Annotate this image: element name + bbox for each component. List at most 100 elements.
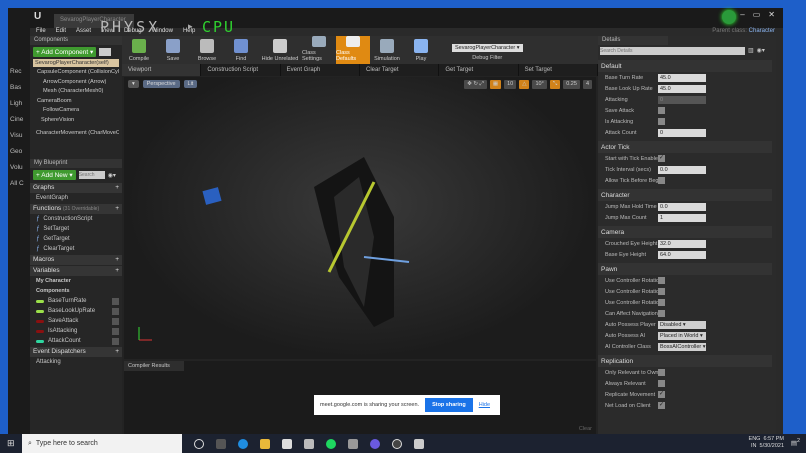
graphs-header[interactable]: Graphs bbox=[33, 183, 54, 193]
var-group-my-character[interactable]: My Character bbox=[36, 276, 71, 286]
property-checkbox[interactable] bbox=[658, 310, 665, 317]
back-window-label[interactable]: All C bbox=[10, 180, 24, 187]
details-search-input[interactable] bbox=[600, 47, 745, 55]
browse-button[interactable]: Browse bbox=[190, 36, 224, 64]
property-checkbox[interactable] bbox=[658, 177, 665, 184]
tab-get-target[interactable]: Get Target bbox=[439, 64, 519, 76]
spotify-icon[interactable] bbox=[326, 438, 336, 449]
component-item[interactable]: Mesh (CharacterMesh0) bbox=[33, 87, 119, 97]
app-icon[interactable] bbox=[348, 438, 358, 449]
property-checkbox[interactable]: ✓ bbox=[658, 391, 665, 398]
details-section-camera[interactable]: Camera bbox=[598, 226, 772, 238]
hide-link[interactable]: Hide bbox=[479, 402, 490, 408]
file-explorer-icon[interactable] bbox=[260, 438, 270, 449]
close-button[interactable]: ✕ bbox=[768, 10, 775, 19]
compile-button[interactable]: Compile bbox=[122, 36, 156, 64]
component-item[interactable]: SphereVision bbox=[33, 116, 119, 126]
function-item[interactable]: ƒ SetTarget bbox=[30, 224, 122, 234]
details-section-pawn[interactable]: Pawn bbox=[598, 263, 772, 275]
details-tab[interactable]: Details bbox=[598, 36, 668, 45]
property-dropdown[interactable]: Placed in World ▾ bbox=[658, 331, 706, 340]
parent-class-link[interactable]: Character bbox=[749, 28, 775, 34]
property-checkbox[interactable] bbox=[658, 369, 665, 376]
variable-visibility-icon[interactable] bbox=[112, 337, 119, 345]
macros-header[interactable]: Macros bbox=[33, 255, 54, 265]
blueprint-search-input[interactable] bbox=[78, 171, 105, 179]
unreal-taskbar-icon[interactable] bbox=[392, 438, 402, 449]
visibility-eye-icon[interactable]: ◉▾ bbox=[757, 47, 765, 55]
back-window-label[interactable]: Rec bbox=[10, 68, 22, 75]
task-view-icon[interactable] bbox=[216, 438, 226, 449]
property-input[interactable]: 0 bbox=[658, 128, 706, 137]
property-checkbox[interactable]: ✓ bbox=[658, 402, 665, 409]
source-control-icon[interactable] bbox=[722, 10, 736, 24]
event-graph-item[interactable]: EventGraph bbox=[36, 193, 68, 203]
visibility-eye-icon[interactable]: ◉▾ bbox=[108, 172, 116, 179]
property-checkbox[interactable] bbox=[658, 299, 665, 306]
tab-set-target[interactable]: Set Target bbox=[519, 64, 598, 76]
property-matrix-icon[interactable]: ▥ bbox=[748, 47, 754, 55]
search-icon[interactable] bbox=[99, 48, 112, 56]
property-checkbox[interactable] bbox=[658, 288, 665, 295]
add-dispatcher-icon[interactable]: + bbox=[115, 347, 119, 357]
component-item[interactable]: CapsuleComponent (CollisionCylinder) bbox=[33, 68, 119, 78]
property-input[interactable]: 64.0 bbox=[658, 250, 706, 259]
details-section-character[interactable]: Character bbox=[598, 189, 772, 201]
variables-header[interactable]: Variables bbox=[33, 266, 60, 276]
add-function-icon[interactable]: + bbox=[115, 204, 119, 214]
back-window-label[interactable]: Ligh bbox=[10, 100, 22, 107]
variable-item[interactable]: IsAttacking bbox=[30, 326, 122, 336]
hide-unrelated-button[interactable]: Hide Unrelated bbox=[258, 36, 302, 64]
details-section-default[interactable]: Default bbox=[598, 60, 772, 72]
stop-sharing-button[interactable]: Stop sharing bbox=[425, 398, 473, 412]
component-item[interactable]: CharacterMovement (CharMoveComp) bbox=[33, 129, 119, 139]
clear-button[interactable]: Clear bbox=[579, 426, 592, 432]
simulation-button[interactable]: Simulation bbox=[370, 36, 404, 64]
add-component-button[interactable]: + Add Component ▾ bbox=[33, 47, 97, 57]
property-checkbox[interactable] bbox=[658, 380, 665, 387]
property-checkbox[interactable] bbox=[658, 107, 665, 114]
discord-icon[interactable] bbox=[370, 438, 380, 449]
function-item[interactable]: ƒ ClearTarget bbox=[30, 244, 122, 254]
variable-visibility-icon[interactable] bbox=[112, 297, 119, 305]
event-dispatchers-header[interactable]: Event Dispatchers bbox=[33, 347, 86, 357]
property-input[interactable]: 45.0 bbox=[658, 84, 706, 93]
photos-icon[interactable] bbox=[414, 438, 424, 449]
language[interactable]: ENG bbox=[749, 436, 761, 442]
dispatcher-item[interactable]: Attacking bbox=[36, 357, 61, 367]
debug-filter-select[interactable]: SevarogPlayerCharacter ▾ bbox=[452, 44, 523, 52]
cortana-icon[interactable] bbox=[194, 438, 204, 449]
property-input[interactable]: 1 bbox=[658, 213, 706, 222]
property-input[interactable]: 0.0 bbox=[658, 165, 706, 174]
tab-viewport[interactable]: Viewport bbox=[122, 64, 202, 76]
details-section-replication[interactable]: Replication bbox=[598, 355, 772, 367]
variable-visibility-icon[interactable] bbox=[112, 327, 119, 335]
functions-header[interactable]: Functions bbox=[33, 205, 61, 212]
property-checkbox[interactable]: ✓ bbox=[658, 155, 665, 162]
add-graph-icon[interactable]: + bbox=[115, 183, 119, 193]
back-window-label[interactable]: Geo bbox=[10, 148, 22, 155]
function-item[interactable]: ƒ GetTarget bbox=[30, 234, 122, 244]
variable-item[interactable]: SaveAttack bbox=[30, 316, 122, 326]
back-window-label[interactable]: Volu bbox=[10, 164, 23, 171]
add-variable-icon[interactable]: + bbox=[115, 266, 119, 276]
compiler-results-tab[interactable]: Compiler Results bbox=[124, 361, 184, 371]
windows-start-icon[interactable]: ⊞ bbox=[7, 438, 15, 449]
property-input[interactable]: 45.0 bbox=[658, 73, 706, 82]
component-item[interactable]: ArrowComponent (Arrow) bbox=[33, 78, 119, 88]
property-input[interactable]: 0.0 bbox=[658, 202, 706, 211]
variable-item[interactable]: BaseLookUpRate bbox=[30, 306, 122, 316]
back-window-label[interactable]: Cine bbox=[10, 116, 23, 123]
var-group-components[interactable]: Components bbox=[36, 286, 70, 296]
mail-icon[interactable] bbox=[304, 438, 314, 449]
property-input[interactable]: 32.0 bbox=[658, 239, 706, 248]
notifications-icon[interactable]: ▤2 bbox=[791, 438, 800, 447]
property-checkbox[interactable] bbox=[658, 277, 665, 284]
minimize-button[interactable]: – bbox=[740, 10, 744, 19]
find-button[interactable]: Find bbox=[224, 36, 258, 64]
property-checkbox[interactable] bbox=[658, 118, 665, 125]
viewport[interactable]: ▾ Perspective Lit ✥ ↻ ⤢ ▦ 10 △ 10° ⤡ 0.2… bbox=[124, 77, 596, 359]
property-dropdown[interactable]: Disabled ▾ bbox=[658, 320, 706, 329]
back-window-label[interactable]: Visu bbox=[10, 132, 23, 139]
component-item[interactable]: CameraBoom bbox=[33, 97, 119, 107]
